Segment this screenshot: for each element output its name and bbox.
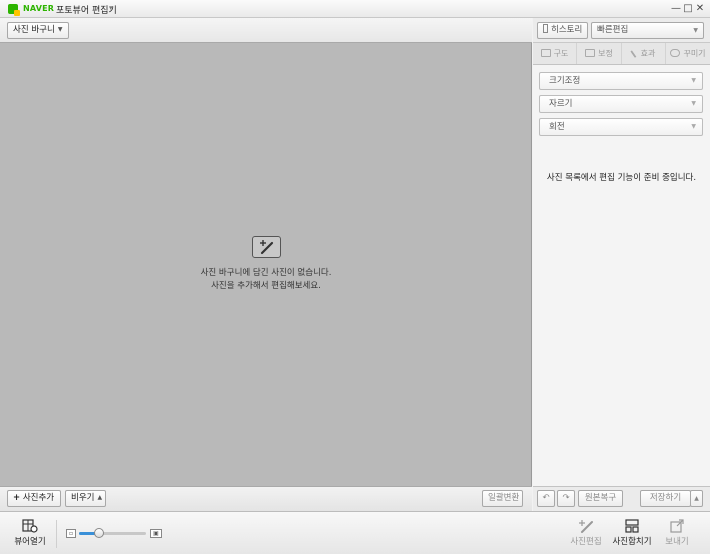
viewer-grid-icon bbox=[22, 519, 38, 533]
history-label: 히스토리 bbox=[551, 25, 583, 35]
restore-original-button[interactable]: 원본복구 bbox=[578, 490, 623, 507]
send-button[interactable]: 보내기 bbox=[655, 519, 699, 547]
clear-basket-button[interactable]: 비우기 ▲ bbox=[65, 490, 106, 507]
zoom-in-icon[interactable]: ▣ bbox=[150, 529, 162, 538]
basket-toolbar: 사진 바구니 ▼ bbox=[0, 18, 532, 43]
footer-divider bbox=[56, 520, 57, 548]
chevron-down-icon: ▼ bbox=[691, 123, 696, 130]
zoom-out-icon[interactable]: ▫ bbox=[66, 529, 76, 538]
clear-basket-label: 비우기 bbox=[71, 493, 95, 503]
chevron-up-icon: ▲ bbox=[97, 494, 103, 501]
zoom-slider-track[interactable] bbox=[79, 532, 146, 535]
edit-panel-footer: ↶ ↷ 원본복구 저장하기 ▲ bbox=[533, 486, 710, 511]
adjust-icon bbox=[585, 49, 596, 57]
undo-button[interactable]: ↶ bbox=[537, 490, 555, 507]
tab-effects[interactable]: 효과 bbox=[622, 43, 666, 64]
history-button[interactable]: 히스토리 bbox=[537, 22, 588, 39]
basket-dropdown-label: 사진 바구니 bbox=[13, 25, 55, 35]
batch-convert-button[interactable]: 일괄변환 bbox=[482, 490, 523, 507]
empty-message-line1: 사진 바구니에 담긴 사진이 없습니다. bbox=[200, 268, 332, 278]
brand-label: NAVER bbox=[23, 4, 55, 13]
save-button[interactable]: 저장하기 bbox=[640, 490, 691, 507]
quick-edit-label: 빠른편집 bbox=[597, 25, 629, 35]
plus-icon: + bbox=[13, 493, 21, 503]
maximize-button[interactable]: □ bbox=[682, 2, 694, 15]
edit-photo-label: 사진편집 bbox=[570, 537, 602, 547]
naver-logo-icon bbox=[8, 4, 20, 16]
open-viewer-button[interactable]: 뷰어열기 bbox=[8, 519, 52, 547]
title-bar: NAVER 포토뷰어 편집기 ▾ — □ ✕ bbox=[0, 0, 710, 18]
app-title: 포토뷰어 편집기 bbox=[56, 6, 117, 16]
add-photo-label: 사진추가 bbox=[22, 493, 55, 503]
glasses-icon bbox=[670, 49, 681, 57]
minimize-button[interactable]: — bbox=[670, 2, 682, 15]
open-viewer-label: 뷰어열기 bbox=[14, 537, 46, 547]
basket-dropdown[interactable]: 사진 바구니 ▼ bbox=[7, 22, 69, 39]
magic-wand-icon bbox=[629, 48, 640, 58]
title-menu-caret-icon[interactable]: ▾ bbox=[109, 4, 113, 12]
merge-photo-button[interactable]: 사진합치기 bbox=[610, 519, 654, 547]
main-footer: 뷰어열기 ▫ ▣ 사진편집 사진합치기 보내기 bbox=[0, 511, 710, 554]
send-label: 보내기 bbox=[665, 537, 689, 547]
redo-icon: ↷ bbox=[562, 493, 570, 503]
add-photo-button[interactable]: + 사진추가 bbox=[7, 490, 61, 507]
history-icon bbox=[543, 24, 548, 33]
save-options-button[interactable]: ▲ bbox=[690, 490, 703, 507]
empty-message-line2: 사진을 추가해서 편집해보세요. bbox=[211, 281, 321, 291]
photo-edit-icon bbox=[252, 236, 281, 258]
section-rotate-label: 회전 bbox=[549, 122, 565, 132]
photo-edit-icon bbox=[579, 520, 593, 533]
basket-bottombar: + 사진추가 비우기 ▲ 일괄변환 bbox=[0, 486, 532, 511]
undo-icon: ↶ bbox=[542, 493, 550, 503]
merge-layout-icon bbox=[625, 519, 639, 533]
close-button[interactable]: ✕ bbox=[694, 2, 706, 15]
edit-panel-header: 히스토리 빠른편집 ▼ bbox=[533, 18, 710, 43]
redo-button[interactable]: ↷ bbox=[557, 490, 575, 507]
tab-adjust[interactable]: 보정 bbox=[577, 43, 622, 64]
edit-panel-message: 사진 목록에서 편집 기능이 준비 중입니다. bbox=[546, 173, 697, 183]
edit-panel: 히스토리 빠른편집 ▼ 구도 보정 효과 꾸미기 크기조정 ▼ 자르기 ▼ 회전 ▼ … bbox=[533, 18, 710, 511]
zoom-slider-handle[interactable] bbox=[94, 528, 104, 538]
section-crop[interactable]: 자르기 ▼ bbox=[539, 95, 703, 113]
quick-edit-dropdown[interactable]: 빠른편집 ▼ bbox=[591, 22, 704, 39]
share-icon bbox=[670, 519, 684, 533]
section-resize-label: 크기조정 bbox=[549, 76, 581, 86]
chevron-down-icon: ▼ bbox=[691, 100, 696, 107]
tab-decorate[interactable]: 꾸미기 bbox=[666, 43, 710, 64]
chevron-down-icon: ▼ bbox=[693, 27, 698, 34]
chevron-down-icon: ▼ bbox=[57, 26, 63, 33]
photo-basket-pane: 사진 바구니 ▼ 사진 바구니에 담긴 사진이 없습니다. 사진을 추가해서 편집… bbox=[0, 18, 532, 511]
section-rotate[interactable]: 회전 ▼ bbox=[539, 118, 703, 136]
chevron-down-icon: ▼ bbox=[691, 77, 696, 84]
edit-photo-button[interactable]: 사진편집 bbox=[564, 519, 608, 547]
section-crop-label: 자르기 bbox=[549, 99, 573, 109]
tab-composition[interactable]: 구도 bbox=[533, 43, 577, 64]
section-resize[interactable]: 크기조정 ▼ bbox=[539, 72, 703, 90]
chevron-up-icon: ▲ bbox=[694, 495, 699, 502]
edit-tabs: 구도 보정 효과 꾸미기 bbox=[533, 43, 710, 65]
merge-photo-label: 사진합치기 bbox=[612, 537, 652, 547]
crop-icon bbox=[540, 49, 551, 57]
